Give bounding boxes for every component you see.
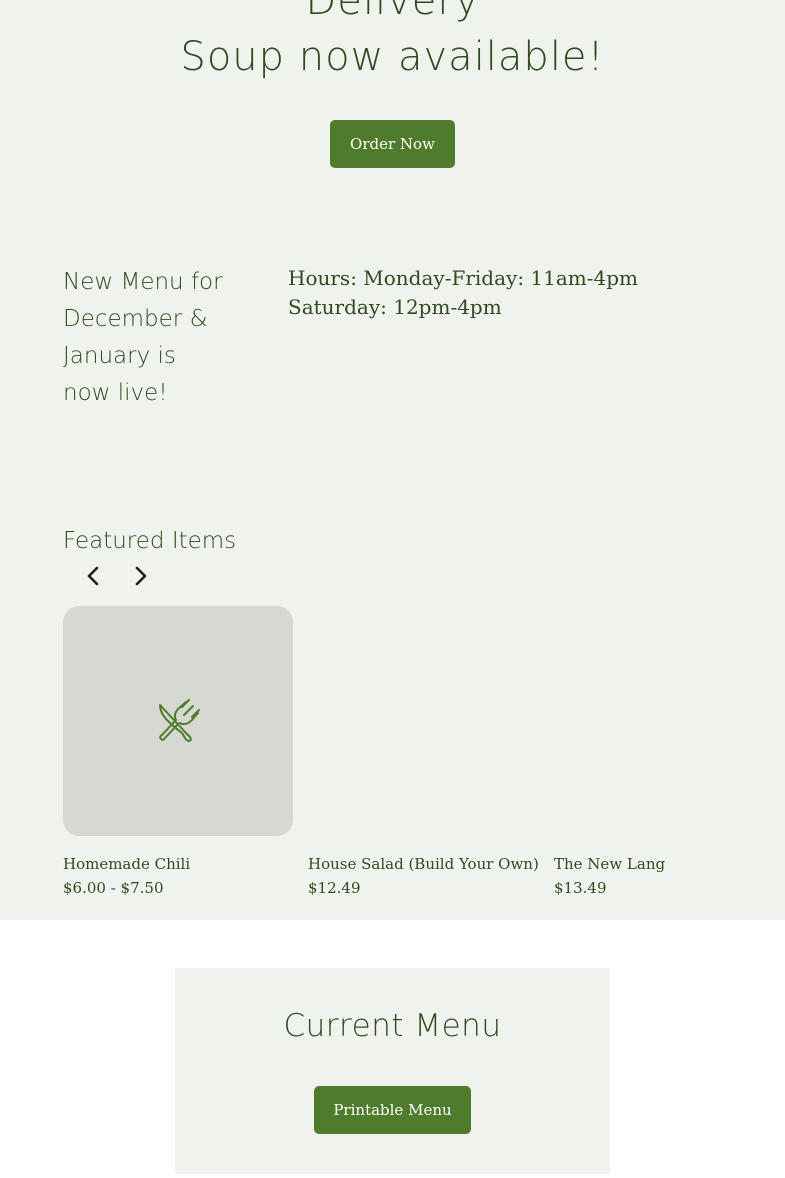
order-now-button[interactable]: Order Now [330,120,455,168]
featured-item[interactable]: House Salad (Build Your Own) $12.49 [308,852,548,900]
featured-item[interactable]: Homemade Chili $6.00 - $7.50 [63,852,303,900]
utensils-icon [159,699,200,742]
chevron-right-icon [135,566,147,586]
featured-item[interactable]: The New Lang $13.49 [554,852,774,900]
hours-saturday: Saturday: 12pm-4pm [288,295,502,319]
hero-heading-line2: Soup now available! [180,34,605,80]
item-name[interactable]: House Salad (Build Your Own) [308,852,548,876]
carousel-prev-button[interactable] [79,562,107,590]
new-menu-announcement: New Menu for December & January is now l… [63,269,223,406]
carousel-next-button[interactable] [127,562,155,590]
hours-weekday: Hours: Monday-Friday: 11am-4pm [288,266,639,290]
item-name[interactable]: The New Lang [554,852,774,876]
hero-section: Delivery Soup now available! Order Now N… [0,0,785,920]
featured-items-heading: Featured Items [63,528,237,554]
chevron-left-icon [87,566,99,586]
item-name[interactable]: Homemade Chili [63,852,303,876]
item-image-placeholder[interactable] [63,606,293,836]
item-price: $13.49 [554,879,607,897]
item-price: $12.49 [308,879,361,897]
printable-menu-button[interactable]: Printable Menu [314,1086,471,1134]
current-menu-heading: Current Menu [283,1008,502,1044]
hours-text: Hours: Monday-Friday: 11am-4pm Saturday:… [288,264,738,322]
current-menu-card: Current Menu Printable Menu [175,968,610,1174]
hero-heading-line1: Delivery [305,0,480,24]
item-price: $6.00 - $7.50 [63,879,164,897]
